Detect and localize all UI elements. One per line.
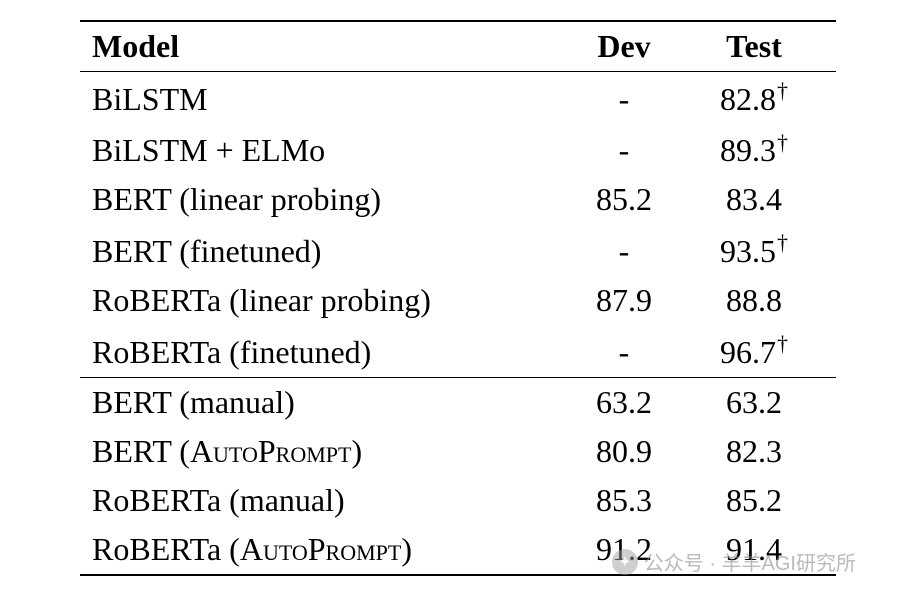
table-header-row: Model Dev Test <box>80 20 836 71</box>
results-table: Model Dev Test BiLSTM-82.8†BiLSTM + ELMo… <box>80 20 836 576</box>
model-cell: RoBERTa (finetuned) <box>92 334 564 371</box>
header-dev: Dev <box>564 28 684 65</box>
table-section-2: BERT (manual)63.263.2BERT (AutoPrompt)80… <box>80 377 836 576</box>
model-cell: BERT (finetuned) <box>92 233 564 270</box>
table-row: BiLSTM + ELMo-89.3† <box>80 124 836 176</box>
model-cell: RoBERTa (linear probing) <box>92 282 564 319</box>
model-cell: BERT (AutoPrompt) <box>92 433 564 470</box>
model-cell: RoBERTa (manual) <box>92 482 564 519</box>
test-cell: 93.5† <box>684 230 824 270</box>
model-cell: BiLSTM <box>92 81 564 118</box>
dev-cell: - <box>564 81 684 118</box>
dev-cell: 80.9 <box>564 433 684 470</box>
dev-cell: - <box>564 334 684 371</box>
table-row: BERT (finetuned)-93.5† <box>80 224 836 276</box>
watermark-text: 公众号 · 羊羊AGI研究所 <box>644 547 856 576</box>
table-row: BiLSTM-82.8† <box>80 72 836 124</box>
test-cell: 83.4 <box>684 181 824 218</box>
test-cell: 85.2 <box>684 482 824 519</box>
model-cell: RoBERTa (AutoPrompt) <box>92 531 564 568</box>
dagger-icon: † <box>777 331 788 356</box>
test-cell: 88.8 <box>684 282 824 319</box>
test-cell: 89.3† <box>684 130 824 170</box>
model-cell: BiLSTM + ELMo <box>92 132 564 169</box>
table-row: RoBERTa (linear probing)87.988.8 <box>80 276 836 325</box>
header-model: Model <box>92 28 564 65</box>
test-cell: 96.7† <box>684 331 824 371</box>
dev-cell: - <box>564 233 684 270</box>
table-row: RoBERTa (finetuned)-96.7† <box>80 325 836 377</box>
test-cell: 63.2 <box>684 384 824 421</box>
watermark: ✦ 公众号 · 羊羊AGI研究所 <box>612 547 856 576</box>
model-cell: BERT (linear probing) <box>92 181 564 218</box>
wechat-icon: ✦ <box>612 549 638 575</box>
test-cell: 82.8† <box>684 78 824 118</box>
dagger-icon: † <box>777 230 788 255</box>
table-section-1: BiLSTM-82.8†BiLSTM + ELMo-89.3†BERT (lin… <box>80 71 836 377</box>
dev-cell: - <box>564 132 684 169</box>
dagger-icon: † <box>777 78 788 103</box>
table-row: BERT (manual)63.263.2 <box>80 378 836 427</box>
smallcaps-text: AutoPrompt <box>190 433 352 469</box>
table-row: BERT (linear probing)85.283.4 <box>80 175 836 224</box>
header-test: Test <box>684 28 824 65</box>
dev-cell: 87.9 <box>564 282 684 319</box>
dev-cell: 85.2 <box>564 181 684 218</box>
dev-cell: 63.2 <box>564 384 684 421</box>
table-row: BERT (AutoPrompt)80.982.3 <box>80 427 836 476</box>
model-cell: BERT (manual) <box>92 384 564 421</box>
dev-cell: 85.3 <box>564 482 684 519</box>
dagger-icon: † <box>777 130 788 155</box>
table-row: RoBERTa (manual)85.385.2 <box>80 476 836 525</box>
smallcaps-text: AutoPrompt <box>240 531 402 567</box>
test-cell: 82.3 <box>684 433 824 470</box>
